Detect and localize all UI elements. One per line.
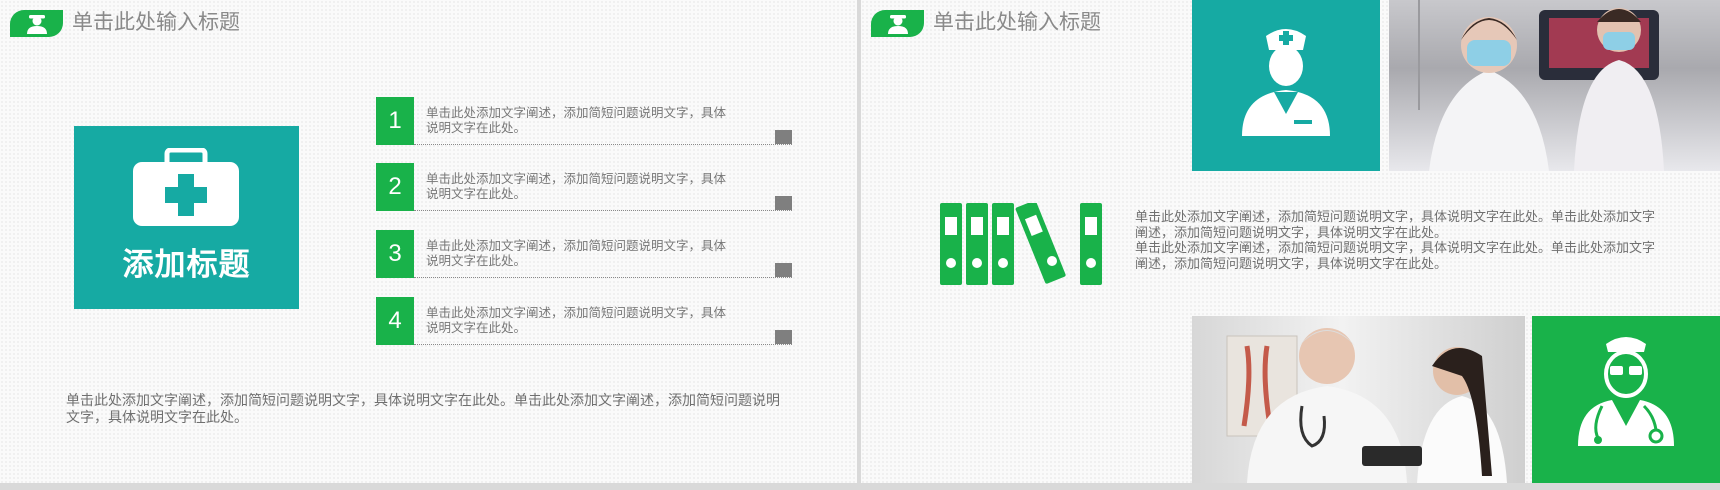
list-item: 2 单击此处添加文字阐述，添加简短问题说明文字，具体说明文字在此处。 <box>376 163 792 211</box>
list-item: 4 单击此处添加文字阐述，添加简短问题说明文字，具体说明文字在此处。 <box>376 297 792 345</box>
item-divider <box>414 344 792 345</box>
item-text[interactable]: 单击此处添加文字阐述，添加简短问题说明文字，具体说明文字在此处。 <box>426 306 736 336</box>
feature-box: 添加标题 <box>74 126 299 309</box>
slide-2: 单击此处输入标题 单击此处添加文字阐述，添加简短问题说明文字，具体说明文字在此处… <box>861 0 1720 483</box>
list-item: 3 单击此处添加文字阐述，添加简短问题说明文字，具体说明文字在此处。 <box>376 230 792 278</box>
doctor-logo-icon <box>26 14 47 34</box>
feature-box-title[interactable]: 添加标题 <box>74 239 299 284</box>
logo-badge <box>871 10 924 37</box>
item-marker <box>775 263 792 277</box>
slide-title[interactable]: 单击此处输入标题 <box>72 10 240 36</box>
list-item: 1 单击此处添加文字阐述，添加简短问题说明文字，具体说明文字在此处。 <box>376 97 792 145</box>
item-marker <box>775 196 792 210</box>
item-divider <box>414 277 792 278</box>
item-text[interactable]: 单击此处添加文字阐述，添加简短问题说明文字，具体说明文字在此处。 <box>426 239 736 269</box>
bottom-paragraph[interactable]: 单击此处添加文字阐述，添加简短问题说明文字，具体说明文字在此处。单击此处添加文字… <box>66 392 786 426</box>
item-number: 3 <box>376 230 414 278</box>
binders-icon <box>940 203 1102 285</box>
item-number: 4 <box>376 297 414 345</box>
paragraph-line: 单击此处添加文字阐述，添加简短问题说明文字，具体说明文字在此处。单击此处添加文字… <box>1135 209 1656 240</box>
doctor-logo-icon <box>887 14 908 34</box>
nurses-photo <box>1389 0 1720 171</box>
nurse-tile <box>1192 0 1380 171</box>
first-aid-kit-icon <box>133 148 239 226</box>
doctor-tile <box>1532 316 1720 483</box>
item-divider <box>414 210 792 211</box>
slide-1: 单击此处输入标题 添加标题 1 单击此处添加文字阐述，添加简短问题说明文字，具体… <box>0 0 857 483</box>
doctor-patient-photo <box>1192 316 1525 483</box>
nurse-icon <box>1242 29 1330 136</box>
logo-badge <box>10 10 63 37</box>
description-paragraph[interactable]: 单击此处添加文字阐述，添加简短问题说明文字，具体说明文字在此处。单击此处添加文字… <box>1135 209 1665 271</box>
item-number: 1 <box>376 97 414 145</box>
item-divider <box>414 144 792 145</box>
item-text[interactable]: 单击此处添加文字阐述，添加简短问题说明文字，具体说明文字在此处。 <box>426 106 736 136</box>
item-text[interactable]: 单击此处添加文字阐述，添加简短问题说明文字，具体说明文字在此处。 <box>426 172 736 202</box>
doctor-icon <box>1578 337 1674 446</box>
item-marker <box>775 130 792 144</box>
item-number: 2 <box>376 163 414 211</box>
slide-title[interactable]: 单击此处输入标题 <box>933 10 1101 36</box>
item-marker <box>775 330 792 344</box>
paragraph-line: 单击此处添加文字阐述，添加简短问题说明文字，具体说明文字在此处。单击此处添加文字… <box>1135 240 1656 271</box>
